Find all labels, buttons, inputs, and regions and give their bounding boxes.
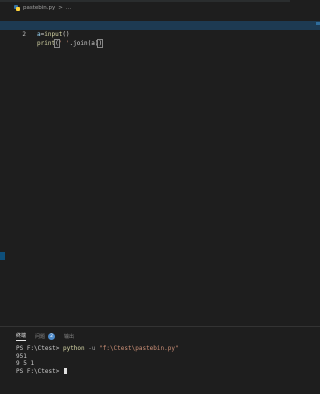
terminal-line: PS F:\Ctest> [16,367,316,376]
token-string: ' ' [58,40,70,47]
activity-indicator [0,252,5,260]
breadcrumb-more[interactable]: ... [66,5,71,11]
token-function: input [44,31,63,38]
terminal-cursor [63,367,67,374]
line-number: 2 [22,31,26,38]
token-rest: .join(a) [69,40,99,47]
terminal-line: 951 [16,352,27,360]
python-file-icon [14,5,20,11]
code-text[interactable]: a=input() [37,30,70,39]
terminal-path: "f:\Ctest\pastebin.py" [99,345,179,352]
token-function: print [37,40,56,47]
code-text[interactable]: print(' '.join(a)) [37,39,103,48]
terminal-prompt: PS F:\Ctest> [16,345,63,352]
tab-label: 终端 [16,332,27,339]
terminal-flag: -u [84,345,100,352]
panel-tabs: 终端 问题 2 输出 [16,331,74,341]
tab-output[interactable]: 输出 [64,333,74,340]
bottom-panel: 终端 问题 2 输出 PS F:\Ctest> python -u "f:\Ct… [0,326,320,394]
tab-problems[interactable]: 问题 2 [35,332,56,340]
code-line[interactable]: 1 a=input() [0,12,320,38]
tab-terminal[interactable]: 终端 [16,332,27,341]
tab-label: 问题 [35,333,46,340]
problems-count-badge: 2 [48,332,56,340]
title-bar [0,0,290,2]
terminal-output[interactable]: PS F:\Ctest> python -u "f:\Ctest\pastebi… [16,345,316,375]
breadcrumb-separator: > [58,5,63,11]
code-editor[interactable]: 1 a=input() 2 print(' '.join(a)) [0,12,320,48]
token-rest: () [62,31,70,38]
tab-label: 输出 [64,333,75,340]
matching-bracket-close: ) [97,39,103,48]
breadcrumb-file[interactable]: pastebin.py [23,5,55,11]
scrollbar-marker[interactable] [316,22,320,25]
terminal-line: PS F:\Ctest> python -u "f:\Ctest\pastebi… [16,345,316,353]
terminal-line: 9 5 1 [16,360,35,367]
vscode-window: pastebin.py > ... 1 a=input() 2 print(' … [0,0,320,394]
terminal-command: python [62,345,85,352]
terminal-prompt: PS F:\Ctest> [16,367,63,375]
code-line-active[interactable]: 2 print(' '.join(a)) [0,21,320,48]
